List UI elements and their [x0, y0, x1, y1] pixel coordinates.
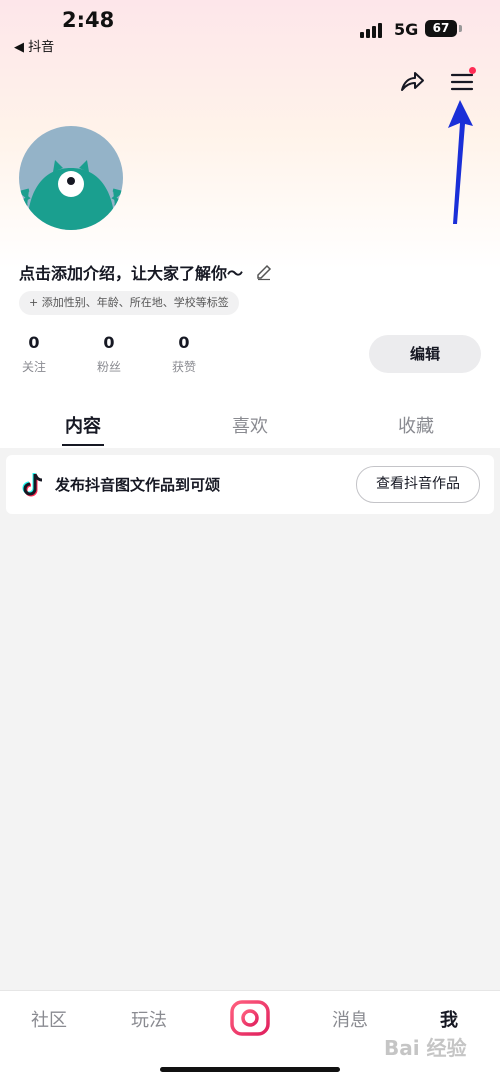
home-indicator: [160, 1067, 340, 1072]
avatar[interactable]: [19, 126, 123, 230]
watermark: Bai 经验: [384, 1036, 467, 1060]
active-tab-indicator: [62, 444, 104, 446]
stat-following-count: 0: [28, 333, 40, 352]
add-tags-chip[interactable]: + 添加性别、年龄、所在地、学校等标签: [19, 291, 239, 315]
nav-messages[interactable]: 消息: [320, 1006, 380, 1032]
view-works-button[interactable]: 查看抖音作品: [356, 466, 480, 503]
share-arrow-icon: [401, 72, 424, 91]
back-to-app-link[interactable]: ◀ 抖音: [14, 36, 54, 55]
promo-text: 发布抖音图文作品到可颂: [55, 476, 221, 494]
tab-likes[interactable]: 喜欢: [200, 412, 300, 438]
pencil-icon[interactable]: [255, 263, 273, 281]
battery-icon: 67: [425, 20, 457, 37]
stat-likes[interactable]: 0 获赞: [164, 333, 204, 375]
promo-banner: 发布抖音图文作品到可颂 查看抖音作品: [6, 455, 494, 514]
battery-tip: [459, 25, 462, 32]
profile-tabs: 内容 喜欢 收藏: [0, 400, 500, 448]
stat-following[interactable]: 0 关注: [14, 333, 54, 375]
stat-following-label: 关注: [21, 360, 46, 374]
edit-profile-button[interactable]: 编辑: [369, 335, 481, 373]
tiktok-logo-icon: [22, 473, 43, 497]
nav-play[interactable]: 玩法: [119, 1006, 179, 1032]
tab-favorites[interactable]: 收藏: [366, 412, 466, 438]
stat-followers[interactable]: 0 粉丝: [89, 333, 129, 375]
stat-followers-count: 0: [103, 333, 115, 352]
status-time: 2:48: [62, 8, 115, 32]
annotation-arrow-icon: [448, 100, 473, 224]
nav-community[interactable]: 社区: [19, 1006, 79, 1032]
camera-button[interactable]: [229, 997, 271, 1039]
bio-label: 点击添加介绍，让大家了解你～: [19, 264, 244, 283]
nav-me[interactable]: 我: [419, 1006, 479, 1032]
status-bar: 2:48 ◀ 抖音 5G 67: [0, 0, 500, 60]
stat-followers-label: 粉丝: [96, 360, 121, 374]
network-type: 5G: [394, 20, 419, 39]
signal-icon: [360, 22, 384, 38]
share-button[interactable]: [396, 66, 428, 98]
camera-icon: [230, 1000, 270, 1036]
bio-text[interactable]: 点击添加介绍，让大家了解你～: [19, 260, 273, 284]
monster-avatar-icon: [19, 160, 123, 230]
notification-dot: [469, 67, 476, 74]
tab-content[interactable]: 内容: [33, 412, 133, 438]
stat-likes-label: 获赞: [171, 360, 196, 374]
stat-likes-count: 0: [178, 333, 190, 352]
